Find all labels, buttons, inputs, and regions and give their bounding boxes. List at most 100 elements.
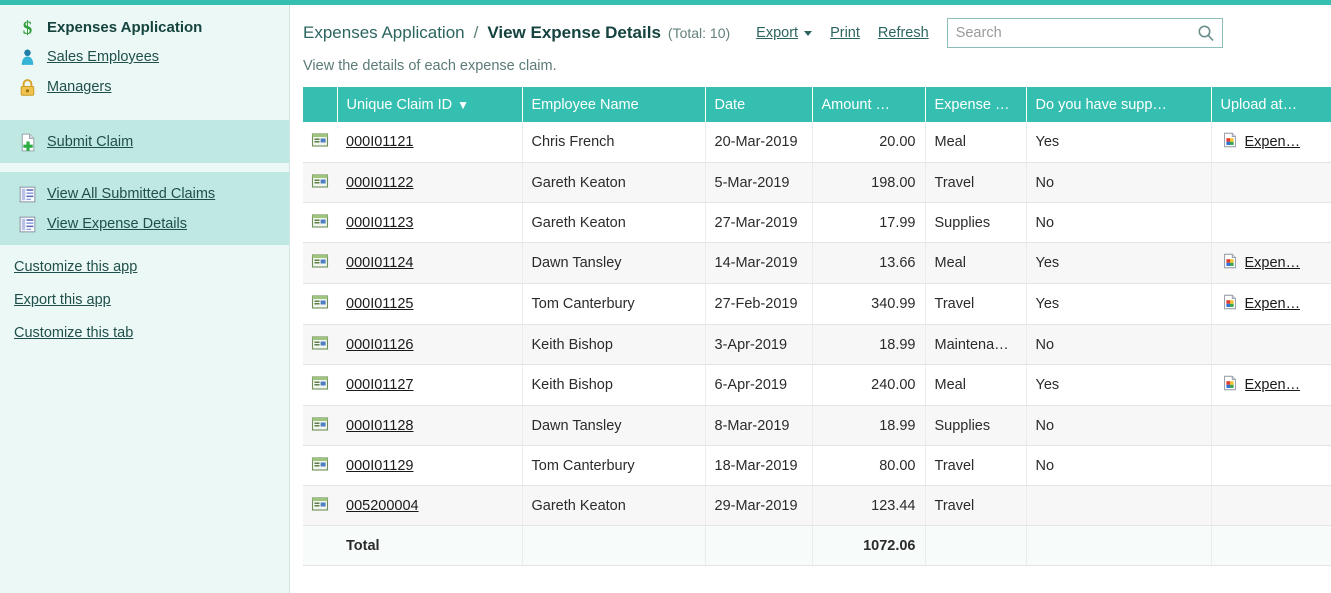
- cell-upload-attachment[interactable]: Expen…: [1211, 284, 1331, 325]
- total-row-spacer-supporting: [1026, 526, 1211, 566]
- sidebar-item-view-expense-details[interactable]: View Expense Details: [0, 209, 289, 239]
- sidebar-link-export-this-app[interactable]: Export this app: [14, 292, 111, 308]
- table-row: 000I01123Gareth Keaton27-Mar-201917.99Su…: [303, 203, 1331, 243]
- cell-claim-id[interactable]: 000I01121: [337, 122, 522, 163]
- sidebar-link-customize-this-tab[interactable]: Customize this tab: [14, 325, 133, 341]
- record-detail-icon[interactable]: [310, 179, 330, 195]
- cell-claim-id[interactable]: 000I01128: [337, 406, 522, 446]
- cell-claim-id[interactable]: 000I01126: [337, 325, 522, 365]
- record-detail-icon[interactable]: [310, 219, 330, 235]
- record-detail-icon[interactable]: [310, 341, 330, 357]
- record-detail-icon[interactable]: [310, 422, 330, 438]
- table-row: 000I01129Tom Canterbury18-Mar-201980.00T…: [303, 446, 1331, 486]
- search-box[interactable]: [947, 18, 1223, 48]
- total-row-spacer-date: [705, 526, 812, 566]
- cell-claim-id[interactable]: 000I01122: [337, 163, 522, 203]
- row-detail-icon-cell[interactable]: [303, 284, 337, 325]
- cell-supporting-docs: Yes: [1026, 243, 1211, 284]
- person-icon: [16, 46, 38, 68]
- record-detail-icon[interactable]: [310, 300, 330, 316]
- cell-claim-id[interactable]: 000I01125: [337, 284, 522, 325]
- cell-upload-attachment[interactable]: Expen…: [1211, 243, 1331, 284]
- cell-amount: 17.99: [812, 203, 925, 243]
- cell-upload-attachment: [1211, 446, 1331, 486]
- search-icon[interactable]: [1197, 24, 1215, 45]
- cell-date: 20-Mar-2019: [705, 122, 812, 163]
- sidebar-item-label: View Expense Details: [47, 216, 187, 232]
- row-detail-icon-cell[interactable]: [303, 203, 337, 243]
- sidebar-item-submit-claim[interactable]: Submit Claim: [0, 127, 289, 157]
- claim-id-link[interactable]: 000I01123: [346, 215, 413, 231]
- record-total-count: (Total: 10): [668, 25, 730, 41]
- cell-upload-attachment[interactable]: Expen…: [1211, 122, 1331, 163]
- cell-claim-id[interactable]: 000I01129: [337, 446, 522, 486]
- cell-expense-type: Maintenan…: [925, 325, 1026, 365]
- record-detail-icon[interactable]: [310, 462, 330, 478]
- sidebar-link-customize-this-app[interactable]: Customize this app: [14, 259, 137, 275]
- column-header-supporting[interactable]: Do you have supp…: [1026, 87, 1211, 122]
- sidebar-item-label: Managers: [47, 79, 111, 95]
- search-input[interactable]: [948, 20, 1188, 46]
- sidebar-item-view-all-submitted-claims[interactable]: View All Submitted Claims: [0, 179, 289, 209]
- record-detail-icon[interactable]: [310, 381, 330, 397]
- total-row-spacer-icon: [303, 526, 337, 566]
- attachment-link[interactable]: Expen…: [1245, 296, 1301, 312]
- column-header-label: Date: [715, 97, 746, 113]
- record-detail-icon[interactable]: [310, 502, 330, 518]
- chevron-down-icon[interactable]: [804, 31, 812, 36]
- attachment-link[interactable]: Expen…: [1245, 377, 1301, 393]
- row-detail-icon-cell[interactable]: [303, 365, 337, 406]
- sidebar-item-managers[interactable]: Managers: [0, 72, 289, 102]
- cell-claim-id[interactable]: 000I01124: [337, 243, 522, 284]
- row-detail-icon-cell[interactable]: [303, 486, 337, 526]
- export-button[interactable]: Export: [756, 25, 798, 41]
- claim-id-link[interactable]: 000I01129: [346, 458, 413, 474]
- cell-employee-name: Keith Bishop: [522, 325, 705, 365]
- record-detail-icon[interactable]: [310, 138, 330, 154]
- cell-claim-id[interactable]: 000I01123: [337, 203, 522, 243]
- cell-upload-attachment[interactable]: Expen…: [1211, 365, 1331, 406]
- cell-date: 14-Mar-2019: [705, 243, 812, 284]
- row-detail-icon-cell[interactable]: [303, 163, 337, 203]
- refresh-button[interactable]: Refresh: [878, 25, 929, 41]
- claim-id-link[interactable]: 000I01125: [346, 296, 413, 312]
- cell-expense-type: Meal: [925, 365, 1026, 406]
- cell-claim-id[interactable]: 000I01127: [337, 365, 522, 406]
- total-row-spacer-upload: [1211, 526, 1331, 566]
- cell-employee-name: Gareth Keaton: [522, 203, 705, 243]
- sidebar-group-gap: [0, 163, 289, 172]
- column-header-employee[interactable]: Employee Name: [522, 87, 705, 122]
- claim-id-link[interactable]: 000I01128: [346, 418, 413, 434]
- row-detail-icon-cell[interactable]: [303, 325, 337, 365]
- cell-supporting-docs: Yes: [1026, 284, 1211, 325]
- claim-id-link[interactable]: 000I01127: [346, 377, 413, 393]
- claim-id-link[interactable]: 000I01121: [346, 134, 413, 150]
- column-header-amount[interactable]: Amount …: [812, 87, 925, 122]
- cell-expense-type: Meal: [925, 122, 1026, 163]
- column-header-date[interactable]: Date: [705, 87, 812, 122]
- claim-id-link[interactable]: 000I01124: [346, 255, 413, 271]
- row-detail-icon-cell[interactable]: [303, 406, 337, 446]
- attachment-link[interactable]: Expen…: [1245, 134, 1301, 150]
- claim-id-link[interactable]: 005200004: [346, 498, 419, 514]
- total-row-spacer-employee: [522, 526, 705, 566]
- sidebar-group-1: Submit Claim: [0, 120, 289, 163]
- row-detail-icon-cell[interactable]: [303, 243, 337, 284]
- attachment-file-icon: [1221, 252, 1239, 274]
- claim-id-link[interactable]: 000I01122: [346, 175, 413, 191]
- record-detail-icon[interactable]: [310, 259, 330, 275]
- column-header-upload[interactable]: Upload at…: [1211, 87, 1331, 122]
- print-button[interactable]: Print: [830, 25, 860, 41]
- claim-id-link[interactable]: 000I01126: [346, 337, 413, 353]
- attachment-link[interactable]: Expen…: [1245, 255, 1301, 271]
- breadcrumb-app-link[interactable]: Expenses Application: [303, 23, 465, 43]
- sidebar-item-sales-employees[interactable]: Sales Employees: [0, 42, 289, 72]
- row-detail-icon-cell[interactable]: [303, 446, 337, 486]
- cell-claim-id[interactable]: 005200004: [337, 486, 522, 526]
- sort-descending-icon[interactable]: ▼: [457, 98, 469, 112]
- cell-amount: 20.00: [812, 122, 925, 163]
- column-header-expense_type[interactable]: Expense …: [925, 87, 1026, 122]
- row-detail-icon-cell[interactable]: [303, 122, 337, 163]
- column-header-claim_id[interactable]: Unique Claim ID▼: [337, 87, 522, 122]
- cell-supporting-docs: No: [1026, 163, 1211, 203]
